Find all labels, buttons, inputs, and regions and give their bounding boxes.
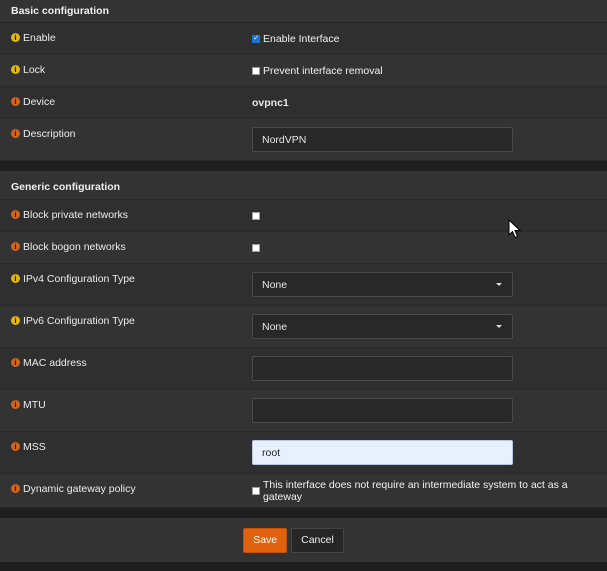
description-input[interactable]: NordVPN xyxy=(252,127,513,152)
row-ipv6-type: i IPv6 Configuration Type None xyxy=(0,306,607,348)
button-bar: Save Cancel xyxy=(0,518,607,562)
mss-input[interactable]: root xyxy=(252,440,513,465)
info-icon[interactable]: i xyxy=(11,33,20,42)
value-cell-mac xyxy=(252,348,607,389)
mtu-label: MTU xyxy=(23,399,46,411)
info-icon[interactable]: i xyxy=(11,484,20,493)
basic-configuration-section: Basic configuration i Enable ✓ Enable In… xyxy=(0,0,607,161)
label-cell-ipv6: i IPv6 Configuration Type xyxy=(0,306,252,347)
label-cell-lock: i Lock xyxy=(0,55,252,86)
ipv6-type-label: IPv6 Configuration Type xyxy=(23,315,135,327)
row-device: i Device ovpnc1 xyxy=(0,87,607,119)
info-icon[interactable]: i xyxy=(11,129,20,138)
mac-input[interactable] xyxy=(252,356,513,381)
ipv4-type-select[interactable]: None xyxy=(252,272,513,297)
label-cell-mtu: i MTU xyxy=(0,390,252,431)
mtu-input[interactable] xyxy=(252,398,513,423)
label-cell-mac: i MAC address xyxy=(0,348,252,389)
enable-checkbox-label[interactable]: Enable Interface xyxy=(263,33,339,45)
label-cell-gateway-policy: i Dynamic gateway policy xyxy=(0,474,252,507)
caret-down-icon xyxy=(496,325,502,328)
label-cell-block-private: i Block private networks xyxy=(0,200,252,231)
info-icon[interactable]: i xyxy=(11,65,20,74)
info-icon[interactable]: i xyxy=(11,358,20,367)
value-cell-device: ovpnc1 xyxy=(252,87,607,118)
info-icon[interactable]: i xyxy=(11,242,20,251)
info-icon[interactable]: i xyxy=(11,274,20,283)
info-icon[interactable]: i xyxy=(11,210,20,219)
block-private-label: Block private networks xyxy=(23,209,129,221)
check-icon: ✓ xyxy=(253,35,259,42)
gateway-policy-label: Dynamic gateway policy xyxy=(23,483,136,495)
info-icon[interactable]: i xyxy=(11,316,20,325)
ipv6-type-select[interactable]: None xyxy=(252,314,513,339)
mss-label: MSS xyxy=(23,441,46,453)
save-button[interactable]: Save xyxy=(243,527,288,553)
lock-checkbox[interactable] xyxy=(252,66,260,75)
ipv6-type-value: None xyxy=(262,320,288,333)
mac-label: MAC address xyxy=(23,357,87,369)
value-cell-mss: root xyxy=(252,432,607,473)
row-gateway-policy: i Dynamic gateway policy This interface … xyxy=(0,474,607,508)
section-divider xyxy=(0,508,607,518)
mouse-pointer-icon xyxy=(508,218,522,242)
value-cell-lock: Prevent interface removal xyxy=(252,55,607,86)
label-cell-enable: i Enable xyxy=(0,23,252,54)
gateway-policy-checkbox-label[interactable]: This interface does not require an inter… xyxy=(263,479,607,503)
enable-label: Enable xyxy=(23,32,56,44)
row-ipv4-type: i IPv4 Configuration Type None xyxy=(0,264,607,306)
row-mac: i MAC address xyxy=(0,348,607,390)
block-bogon-label: Block bogon networks xyxy=(23,241,126,253)
row-mss: i MSS root xyxy=(0,432,607,474)
label-cell-description: i Description xyxy=(0,119,252,160)
row-mtu: i MTU xyxy=(0,390,607,432)
label-cell-mss: i MSS xyxy=(0,432,252,473)
enable-checkbox[interactable]: ✓ xyxy=(252,34,260,43)
section-divider xyxy=(0,161,607,171)
ipv4-type-label: IPv4 Configuration Type xyxy=(23,273,135,285)
value-cell-block-private xyxy=(252,200,607,231)
gateway-policy-checkbox[interactable] xyxy=(252,486,260,495)
row-description: i Description NordVPN xyxy=(0,119,607,161)
row-lock: i Lock Prevent interface removal xyxy=(0,55,607,87)
label-cell-device: i Device xyxy=(0,87,252,118)
device-value: ovpnc1 xyxy=(252,96,289,109)
value-cell-ipv4: None xyxy=(252,264,607,305)
device-label: Device xyxy=(23,96,56,108)
label-cell-block-bogon: i Block bogon networks xyxy=(0,232,252,263)
lock-checkbox-label[interactable]: Prevent interface removal xyxy=(263,65,383,77)
label-cell-ipv4: i IPv4 Configuration Type xyxy=(0,264,252,305)
value-cell-ipv6: None xyxy=(252,306,607,347)
row-enable: i Enable ✓ Enable Interface xyxy=(0,23,607,55)
value-cell-enable: ✓ Enable Interface xyxy=(252,23,607,54)
info-icon[interactable]: i xyxy=(11,97,20,106)
value-cell-mtu xyxy=(252,390,607,431)
cancel-button[interactable]: Cancel xyxy=(291,527,344,553)
section-header-generic: Generic configuration xyxy=(0,171,607,200)
description-label: Description xyxy=(23,128,76,140)
value-cell-description: NordVPN xyxy=(252,119,607,160)
value-cell-block-bogon xyxy=(252,232,607,263)
info-icon[interactable]: i xyxy=(11,400,20,409)
ipv4-type-value: None xyxy=(262,278,288,291)
block-bogon-checkbox[interactable] xyxy=(252,243,260,252)
lock-label: Lock xyxy=(23,64,46,76)
caret-down-icon xyxy=(496,283,502,286)
block-private-checkbox[interactable] xyxy=(252,211,260,220)
info-icon[interactable]: i xyxy=(11,442,20,451)
section-header-basic: Basic configuration xyxy=(0,0,607,23)
value-cell-gateway-policy: This interface does not require an inter… xyxy=(252,474,607,507)
